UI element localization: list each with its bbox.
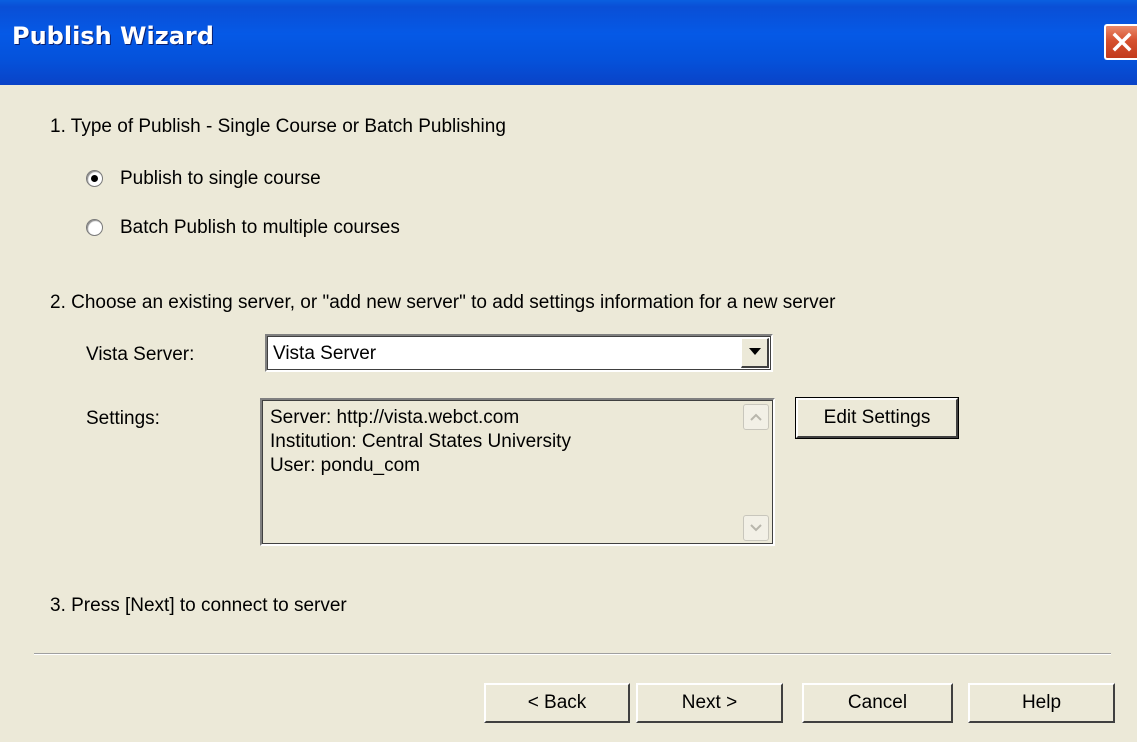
scroll-down-button[interactable] [743,515,769,541]
close-button[interactable] [1104,24,1137,60]
radio-selected-dot [91,175,98,182]
settings-server-line: Server: http://vista.webct.com [270,407,520,428]
chevron-up-icon [750,413,762,421]
settings-textarea[interactable]: Server: http://vista.webct.com Instituti… [260,398,775,546]
step3-label: 3. Press [Next] to connect to server [50,595,347,616]
dropdown-button[interactable] [741,338,769,368]
step2-label: 2. Choose an existing server, or "add ne… [50,292,836,313]
chevron-down-icon [750,524,762,532]
radio-batch-publish[interactable] [86,219,103,236]
window-title: Publish Wizard [12,22,214,50]
next-button[interactable]: Next > [636,683,783,723]
chevron-down-icon [749,348,761,355]
edit-settings-button[interactable]: Edit Settings [795,397,959,439]
settings-institution-line: Institution: Central States University [270,431,571,452]
settings-user-line: User: pondu_com [270,455,420,476]
separator [34,653,1111,655]
close-icon [1112,32,1132,52]
scroll-up-button[interactable] [743,404,769,430]
step1-label: 1. Type of Publish - Single Course or Ba… [50,116,506,137]
title-bar: Publish Wizard [0,0,1137,85]
radio-batch-publish-label[interactable]: Batch Publish to multiple courses [120,217,400,239]
help-button[interactable]: Help [968,683,1115,723]
settings-content: Server: http://vista.webct.com Instituti… [270,406,571,478]
back-button[interactable]: < Back [484,683,630,723]
vista-server-dropdown[interactable]: Vista Server [265,334,773,372]
vertical-scrollbar[interactable] [743,404,769,541]
vista-server-value: Vista Server [273,343,377,364]
settings-label: Settings: [86,408,160,429]
vista-server-label: Vista Server: [86,344,195,365]
radio-single-course[interactable] [86,170,103,187]
radio-single-course-label[interactable]: Publish to single course [120,168,321,190]
cancel-button[interactable]: Cancel [802,683,953,723]
